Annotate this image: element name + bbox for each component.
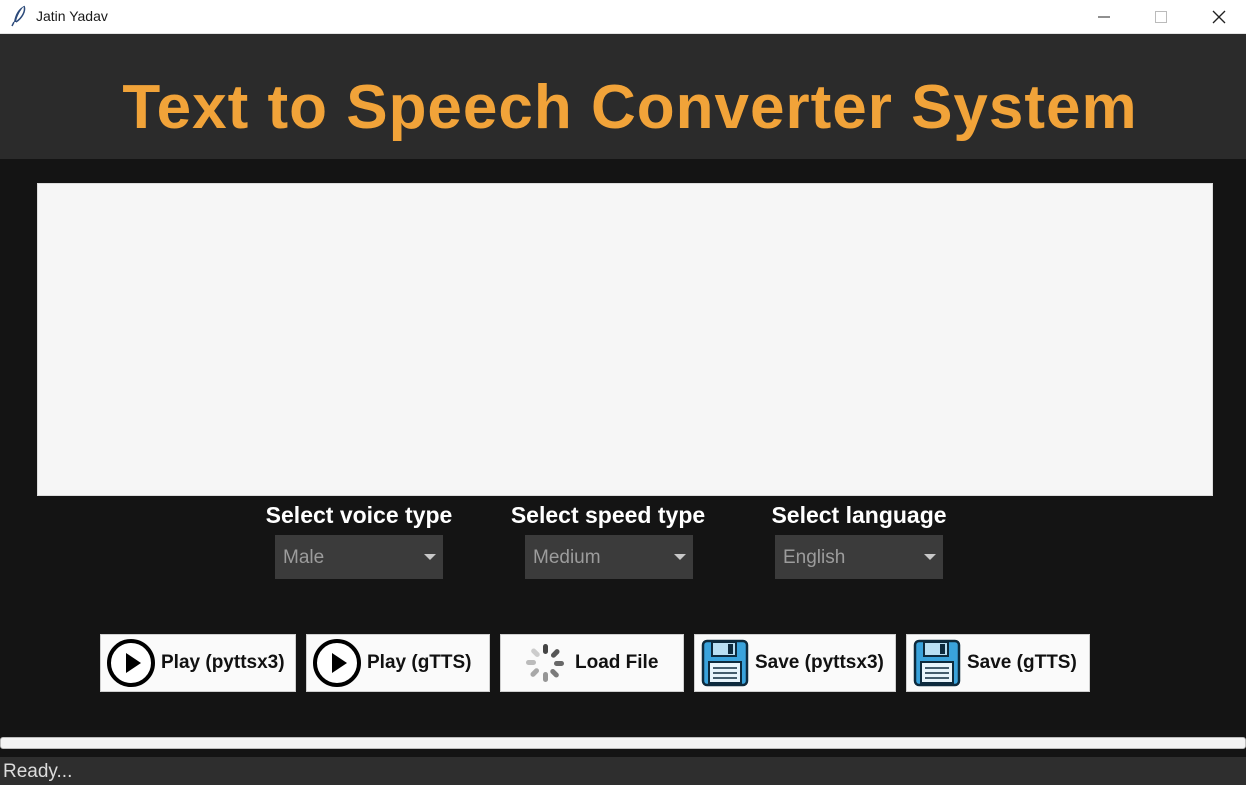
maximize-icon [1155,10,1167,23]
floppy-disk-icon [911,637,963,689]
maximize-button[interactable] [1132,0,1190,33]
speed-type-value: Medium [533,547,601,568]
play-pyttsx3-label: Play (pyttsx3) [161,652,285,673]
save-gtts-label: Save (gTTS) [967,652,1077,673]
play-gtts-button[interactable]: Play (gTTS) [306,634,490,692]
voice-type-select[interactable]: Male [275,535,443,579]
page-title: Text to Speech Converter System [122,73,1138,142]
language-value: English [783,547,846,568]
load-file-button[interactable]: Load File [500,634,684,692]
feather-icon [10,5,28,27]
speed-type-select[interactable]: Medium [525,535,693,579]
play-gtts-label: Play (gTTS) [367,652,472,673]
voice-type-label: Select voice type [265,502,453,528]
play-pyttsx3-button[interactable]: Play (pyttsx3) [100,634,296,692]
language-label: Select language [771,502,947,528]
play-icon [105,637,157,689]
close-button[interactable] [1190,0,1246,33]
load-file-label: Load File [575,652,659,673]
progress-bar [0,737,1246,749]
language-select[interactable]: English [775,535,943,579]
minimize-button[interactable] [1075,0,1133,33]
status-text: Ready... [3,761,73,782]
window-titlebar: Jatin Yadav [0,0,1246,34]
spinner-icon [519,637,571,689]
save-pyttsx3-button[interactable]: Save (pyttsx3) [694,634,896,692]
floppy-disk-icon [699,637,751,689]
chevron-down-icon[interactable] [917,535,943,579]
save-pyttsx3-label: Save (pyttsx3) [755,652,884,673]
speed-type-label: Select speed type [510,502,706,528]
text-input-area[interactable] [37,183,1213,496]
chevron-down-icon[interactable] [667,535,693,579]
app-header: Text to Speech Converter System [0,34,1246,159]
chevron-down-icon[interactable] [417,535,443,579]
minimize-icon [1098,16,1110,17]
voice-type-value: Male [283,547,325,568]
window-title: Jatin Yadav [36,8,108,24]
status-bar: Ready... [0,757,1246,785]
play-icon [311,637,363,689]
close-icon [1212,10,1226,23]
save-gtts-button[interactable]: Save (gTTS) [906,634,1090,692]
